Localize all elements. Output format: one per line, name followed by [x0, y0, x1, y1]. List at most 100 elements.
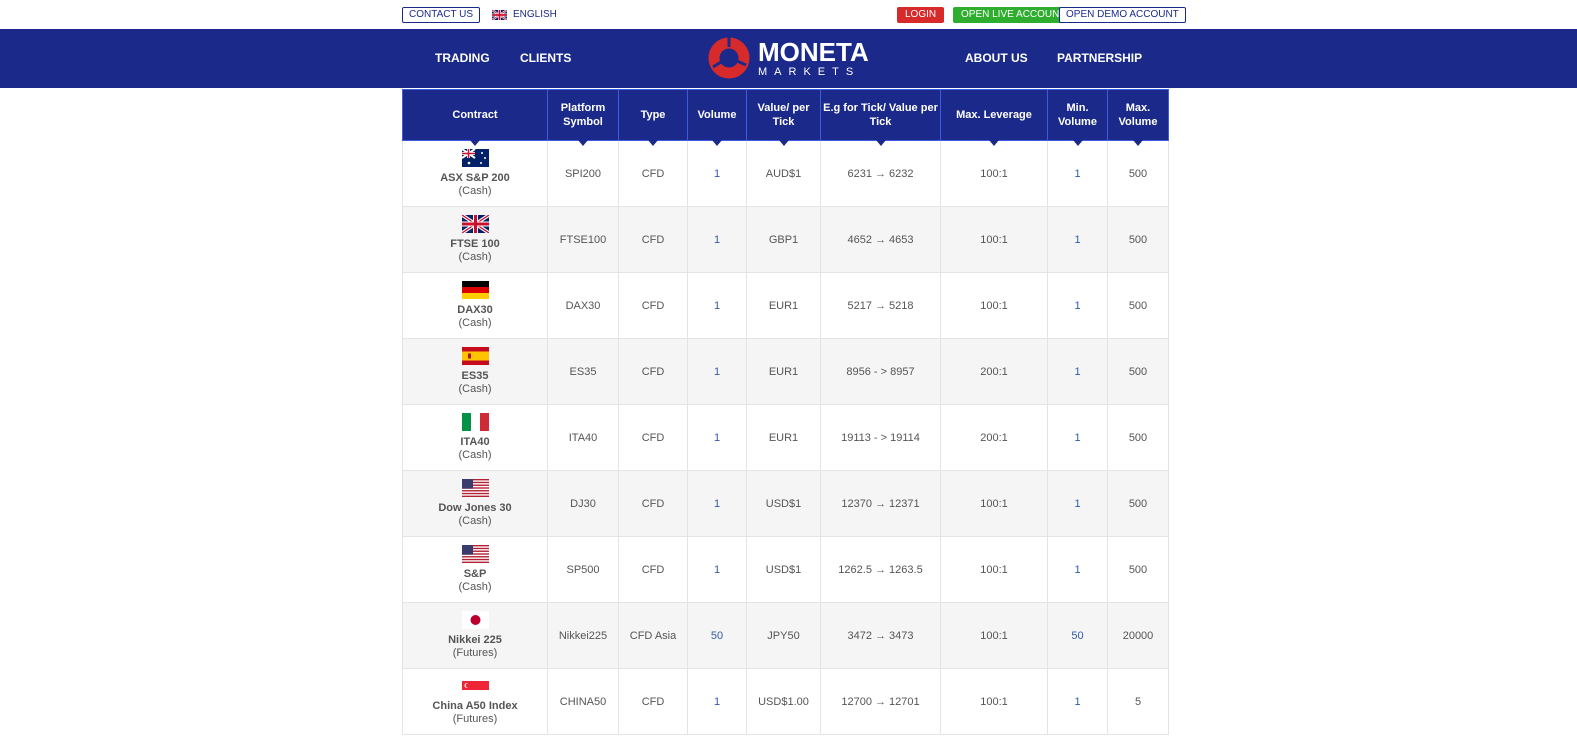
leverage-cell: 200:1 [940, 404, 1048, 471]
min-cell: 1 [1047, 338, 1108, 405]
volume-cell: 50 [687, 602, 747, 669]
us-flag-icon [461, 479, 489, 497]
max-cell: 500 [1107, 470, 1169, 537]
column-header: Volume [687, 89, 747, 147]
sg-flag-icon [461, 677, 489, 695]
max-cell: 500 [1107, 338, 1169, 405]
column-header: Max. Volume [1107, 89, 1169, 147]
volume-cell: 1 [687, 470, 747, 537]
contract-specs-table: Contract Platform Symbol Type Volume Value/ … [402, 89, 1169, 735]
main-nav: TRADING CLIENTS MONETA MARKETS ABOUT US P… [0, 29, 1577, 88]
tick-cell: 3472 → 3473 [820, 602, 941, 669]
tick-cell: 12700 → 12701 [820, 668, 941, 735]
type-cell: CFD [618, 206, 688, 273]
contract-subtype: (Cash) [458, 383, 492, 395]
min-cell: 1 [1047, 536, 1108, 603]
column-header: Type [618, 89, 688, 147]
moneta-logo[interactable]: MONETA MARKETS [708, 37, 869, 79]
tick-cell: 6231 → 6232 [820, 140, 941, 207]
type-cell: CFD [618, 140, 688, 207]
value-cell: GBP1 [746, 206, 821, 273]
contract-name: Nikkei 225 [448, 634, 502, 646]
leverage-cell: 100:1 [940, 668, 1048, 735]
min-cell: 1 [1047, 668, 1108, 735]
contract-cell: China A50 Index (Futures) [402, 668, 548, 735]
tick-cell: 8956 - > 8957 [820, 338, 941, 405]
volume-cell: 1 [687, 338, 747, 405]
nav-about-us[interactable]: ABOUT US [965, 51, 1028, 65]
table-row: ES35 (Cash) ES35 CFD 1 EUR1 8956 - > 8957 200:1… [402, 338, 1169, 405]
uk-flag-icon [492, 9, 507, 20]
nav-clients[interactable]: CLIENTS [520, 51, 571, 65]
contract-subtype: (Cash) [458, 185, 492, 197]
contract-cell: Dow Jones 30 (Cash) [402, 470, 548, 537]
contract-subtype: (Cash) [458, 449, 492, 461]
type-cell: CFD Asia [618, 602, 688, 669]
column-header: Max. Leverage [940, 89, 1048, 147]
contract-cell: S&P (Cash) [402, 536, 548, 603]
contract-cell: FTSE 100 (Cash) [402, 206, 548, 273]
nav-trading[interactable]: TRADING [435, 51, 490, 65]
tick-cell: 4652 → 4653 [820, 206, 941, 273]
open-demo-account-button[interactable]: OPEN DEMO ACCOUNT [1059, 7, 1186, 23]
volume-cell: 1 [687, 404, 747, 471]
type-cell: CFD [618, 272, 688, 339]
de-flag-icon [461, 281, 489, 299]
logo-text: MONETA [758, 36, 869, 67]
max-cell: 500 [1107, 536, 1169, 603]
min-cell: 1 [1047, 206, 1108, 273]
contract-subtype: (Futures) [452, 647, 498, 659]
es-flag-icon [461, 347, 489, 365]
contract-name: ASX S&P 200 [440, 172, 510, 184]
table-row: China A50 Index (Futures) CHINA50 CFD 1 USD$1… [402, 668, 1169, 735]
symbol-cell: ES35 [547, 338, 619, 405]
type-cell: CFD [618, 668, 688, 735]
open-live-account-button[interactable]: OPEN LIVE ACCOUNT [953, 7, 1074, 23]
gb-flag-icon [461, 215, 489, 233]
table-row: DAX30 (Cash) DAX30 CFD 1 EUR1 5217 → 5218 100:1… [402, 272, 1169, 339]
contract-cell: Nikkei 225 (Futures) [402, 602, 548, 669]
max-cell: 500 [1107, 206, 1169, 273]
volume-cell: 1 [687, 668, 747, 735]
table-row: ITA40 (Cash) ITA40 CFD 1 EUR1 19113 - > 19114 2… [402, 404, 1169, 471]
contract-subtype: (Futures) [452, 713, 498, 725]
symbol-cell: SP500 [547, 536, 619, 603]
contract-cell: DAX30 (Cash) [402, 272, 548, 339]
value-cell: JPY50 [746, 602, 821, 669]
type-cell: CFD [618, 470, 688, 537]
au-flag-icon [461, 149, 489, 167]
contract-name: FTSE 100 [450, 238, 500, 250]
volume-cell: 1 [687, 536, 747, 603]
min-cell: 1 [1047, 140, 1108, 207]
it-flag-icon [461, 413, 489, 431]
contract-subtype: (Cash) [458, 317, 492, 329]
max-cell: 20000 [1107, 602, 1169, 669]
contract-subtype: (Cash) [458, 581, 492, 593]
symbol-cell: CHINA50 [547, 668, 619, 735]
max-cell: 500 [1107, 404, 1169, 471]
min-cell: 50 [1047, 602, 1108, 669]
column-header: Contract [402, 89, 548, 147]
value-cell: EUR1 [746, 272, 821, 339]
min-cell: 1 [1047, 470, 1108, 537]
contract-subtype: (Cash) [458, 251, 492, 263]
top-bar: CONTACT US ENGLISH LOGIN OPEN LIVE ACCOU… [0, 0, 1577, 29]
contract-name: ES35 [461, 370, 489, 382]
volume-cell: 1 [687, 272, 747, 339]
contact-us-button[interactable]: CONTACT US [402, 7, 481, 23]
volume-cell: 1 [687, 140, 747, 207]
contract-name: ITA40 [460, 436, 490, 448]
contract-cell: ASX S&P 200 (Cash) [402, 140, 548, 207]
type-cell: CFD [618, 404, 688, 471]
type-cell: CFD [618, 338, 688, 405]
nav-partnership[interactable]: PARTNERSHIP [1057, 51, 1142, 65]
tick-cell: 5217 → 5218 [820, 272, 941, 339]
min-cell: 1 [1047, 404, 1108, 471]
type-cell: CFD [618, 536, 688, 603]
language-selector[interactable]: ENGLISH [492, 9, 557, 20]
symbol-cell: Nikkei225 [547, 602, 619, 669]
symbol-cell: SPI200 [547, 140, 619, 207]
value-cell: EUR1 [746, 404, 821, 471]
login-button[interactable]: LOGIN [897, 7, 945, 23]
contract-name: S&P [463, 568, 487, 580]
